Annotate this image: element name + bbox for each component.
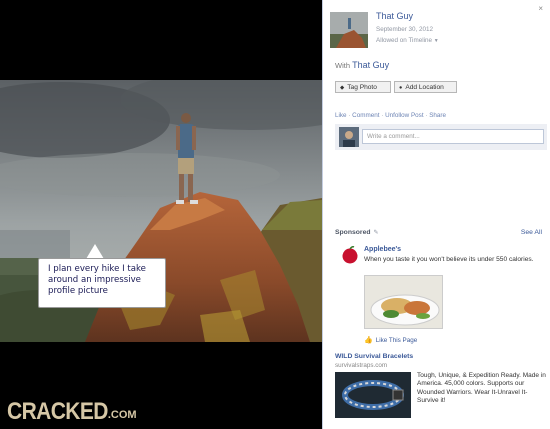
ad2-body[interactable]: Tough, Unique, & Expedition Ready. Made … [417,372,547,406]
like-link[interactable]: Like [335,112,347,119]
owner-thumbnail[interactable] [330,12,368,48]
caption-bubble-tail [86,244,104,259]
ad-body[interactable]: When you taste it you won't believe its … [364,255,542,264]
share-link[interactable]: Share [429,112,446,119]
tagged-with: With That Guy [335,60,389,70]
cracked-logo: CRACKED.COM [7,398,137,426]
separator: · [348,112,351,119]
like-page-label: Like This Page [375,337,418,344]
post-date[interactable]: September 30, 2012 [376,26,433,33]
tag-photo-button[interactable]: ◆ Tag Photo [335,81,391,93]
owner-name-link[interactable]: That Guy [376,11,413,21]
close-icon[interactable]: × [538,4,543,13]
ad-image[interactable] [364,275,443,329]
tag-icon: ◆ [340,85,345,91]
like-page-link[interactable]: 👍 Like This Page [364,336,417,344]
ad2-title[interactable]: WILD Survival Bracelets [335,353,413,360]
separator: · [381,112,384,119]
separator: · [425,112,428,119]
add-location-button[interactable]: ● Add Location [394,81,457,93]
audience-selector[interactable]: Allowed on Timeline ▼ [376,37,439,44]
commenter-avatar [339,127,359,147]
applebees-logo-icon[interactable] [341,246,359,264]
photo-sidebar: × That Guy September 30, 2012 Allowed on… [322,0,550,429]
tag-photo-label: Tag Photo [347,84,377,91]
with-label: With [335,61,350,70]
comment-composer: Write a comment... [335,124,547,150]
map-pin-icon: ● [399,85,403,91]
tagged-person-link[interactable]: That Guy [352,60,389,70]
ad2-image[interactable] [335,372,411,418]
brand-suffix: .COM [107,409,137,421]
unfollow-link[interactable]: Unfollow Post [385,112,424,119]
brand-name: CRACKED [7,398,108,425]
audience-label: Allowed on Timeline [376,37,433,44]
ad2-url[interactable]: survivalstraps.com [335,362,387,369]
caption-bubble: I plan every hike I take around an impre… [38,258,166,308]
add-location-label: Add Location [405,84,444,91]
comment-link[interactable]: Comment [352,112,379,119]
thumbs-up-icon: 👍 [364,337,373,344]
sponsored-label: Sponsored [335,229,371,236]
photo-viewer-stage: I plan every hike I take around an impre… [0,0,322,429]
comment-input[interactable]: Write a comment... [362,129,544,144]
see-all-link[interactable]: See All [521,229,542,236]
ad-title[interactable]: Applebee's [364,246,401,253]
chevron-down-icon: ▼ [433,38,439,44]
ad-info-icon[interactable]: ✎ [374,230,379,236]
post-actions: Like · Comment · Unfollow Post · Share [335,112,446,119]
sponsored-header: Sponsored ✎ [335,229,379,236]
